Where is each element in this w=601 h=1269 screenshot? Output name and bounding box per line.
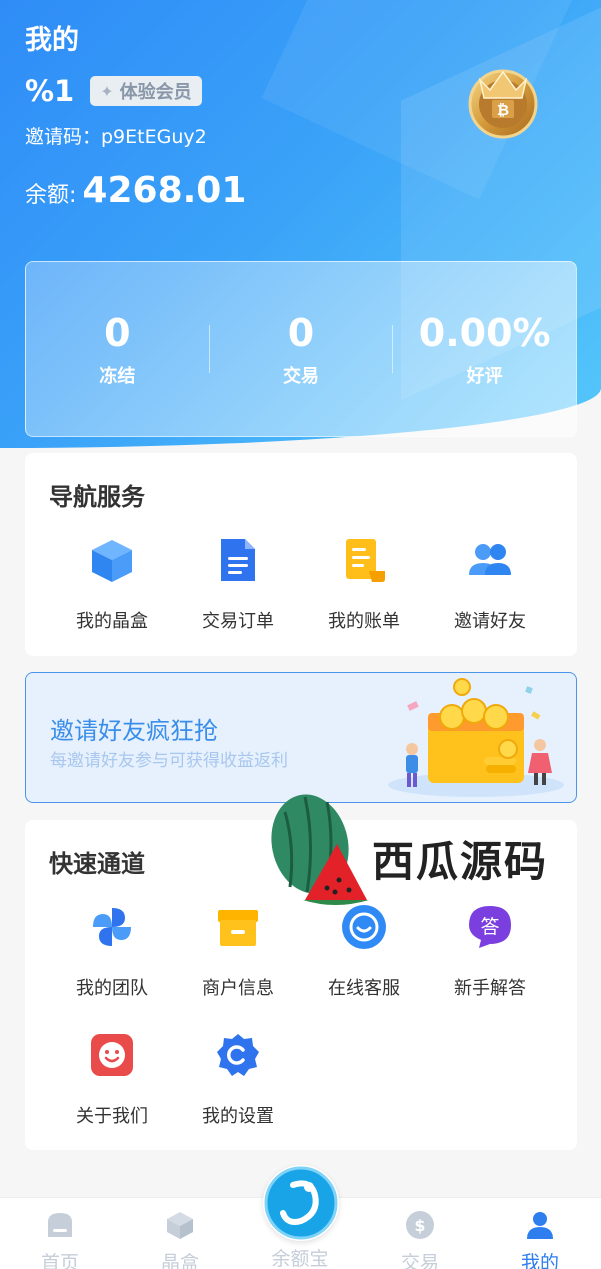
vip-crown-icon[interactable]: ₿ [460, 56, 546, 142]
username: %1 [25, 74, 75, 108]
tab-trade[interactable]: $ 交易 [360, 1198, 480, 1269]
banner-subtitle: 每邀请好友参与可获得收益返利 [50, 751, 288, 771]
stat-rating-label: 好评 [466, 366, 503, 387]
cube-icon [92, 540, 132, 582]
nav-service-card: 导航服务 我的晶盒 交易订单 我的账单 邀请好友 [25, 453, 577, 656]
smile-icon [91, 1034, 133, 1076]
nav-item-label: 我的账单 [328, 611, 400, 632]
stats-card: 0 冻结 0 交易 0.00% 好评 [25, 261, 577, 437]
balance-value: 4268.01 [82, 170, 247, 211]
quick-item-about[interactable]: 关于我们 [47, 1032, 177, 1128]
invite-code[interactable]: 邀请码：p9EtEGuy2 [25, 122, 207, 149]
cube-icon [167, 1212, 193, 1239]
svg-text:₿: ₿ [497, 101, 509, 119]
quick-channel-title: 快速通道 [49, 850, 145, 878]
nav-item-bill[interactable]: 我的账单 [299, 537, 429, 633]
document-icon [221, 539, 255, 581]
logo-icon [264, 1166, 338, 1240]
nav-item-label: 交易订单 [202, 611, 274, 632]
watermark-text: 西瓜源码 [372, 837, 549, 886]
settings-icon [217, 1034, 259, 1076]
home-icon [48, 1213, 72, 1237]
stat-frozen-value: 0 [104, 311, 131, 355]
svg-text:答: 答 [480, 916, 499, 938]
users-icon [469, 544, 511, 575]
nav-item-orders[interactable]: 交易订单 [173, 537, 303, 633]
center-logo-button[interactable] [263, 1165, 339, 1241]
tab-label: 我的 [520, 1252, 559, 1269]
quick-item-label: 在线客服 [328, 978, 400, 999]
quick-item-faq[interactable]: 答 新手解答 [425, 904, 555, 1000]
quick-item-label: 我的团队 [76, 978, 148, 999]
banner-title: 邀请好友疯狂抢 [50, 717, 218, 745]
shop-icon [218, 910, 258, 946]
nav-item-label: 邀请好友 [454, 611, 526, 632]
page-title: 我的 [25, 25, 79, 56]
stat-trade-value: 0 [287, 311, 315, 355]
quick-item-support[interactable]: 在线客服 [299, 904, 429, 1000]
quick-item-label: 商户信息 [202, 978, 274, 999]
pinwheel-icon [93, 908, 131, 946]
stat-trade[interactable]: 0 交易 [210, 310, 393, 388]
member-badge-label: 体验会员 [119, 82, 192, 103]
quick-item-team[interactable]: 我的团队 [47, 904, 177, 1000]
tab-home[interactable]: 首页 [0, 1198, 120, 1269]
invite-banner[interactable]: 邀请好友疯狂抢 每邀请好友参与可获得收益返利 [25, 672, 577, 803]
user-row: %1 ✦ 体验会员 [25, 74, 202, 108]
balance-label: 余额: [25, 183, 77, 208]
dollar-icon: $ [406, 1211, 434, 1239]
stat-trade-label: 交易 [283, 366, 319, 387]
stat-frozen-label: 冻结 [99, 366, 136, 387]
quick-item-settings[interactable]: 我的设置 [173, 1032, 303, 1128]
quick-item-label: 新手解答 [454, 978, 526, 999]
tab-label: 晶盒 [160, 1252, 199, 1269]
member-badge: ✦ 体验会员 [90, 76, 202, 106]
stat-frozen[interactable]: 0 冻结 [26, 310, 209, 388]
nav-item-my-box[interactable]: 我的晶盒 [47, 537, 177, 633]
svg-text:$: $ [414, 1216, 425, 1235]
tab-label: 交易 [400, 1252, 439, 1269]
person-icon [527, 1212, 553, 1239]
stat-rating-value: 0.00% [418, 311, 551, 355]
tab-mine[interactable]: 我的 [480, 1198, 600, 1269]
quick-item-merchant[interactable]: 商户信息 [173, 904, 303, 1000]
nav-item-invite[interactable]: 邀请好友 [425, 537, 555, 633]
sparkle-icon: ✦ [100, 81, 114, 101]
quick-item-label: 关于我们 [76, 1106, 148, 1127]
tab-label: 余额宝 [271, 1248, 329, 1269]
nav-service-title: 导航服务 [49, 483, 145, 511]
nav-item-label: 我的晶盒 [76, 611, 148, 632]
tab-label: 首页 [40, 1252, 79, 1269]
gift-box-illustration [388, 678, 564, 797]
quick-item-label: 我的设置 [202, 1106, 274, 1127]
bill-icon [346, 539, 385, 582]
balance: 余额: 4268.01 [25, 170, 246, 211]
tab-box[interactable]: 晶盒 [120, 1198, 240, 1269]
stat-rating[interactable]: 0.00% 好评 [393, 310, 576, 388]
